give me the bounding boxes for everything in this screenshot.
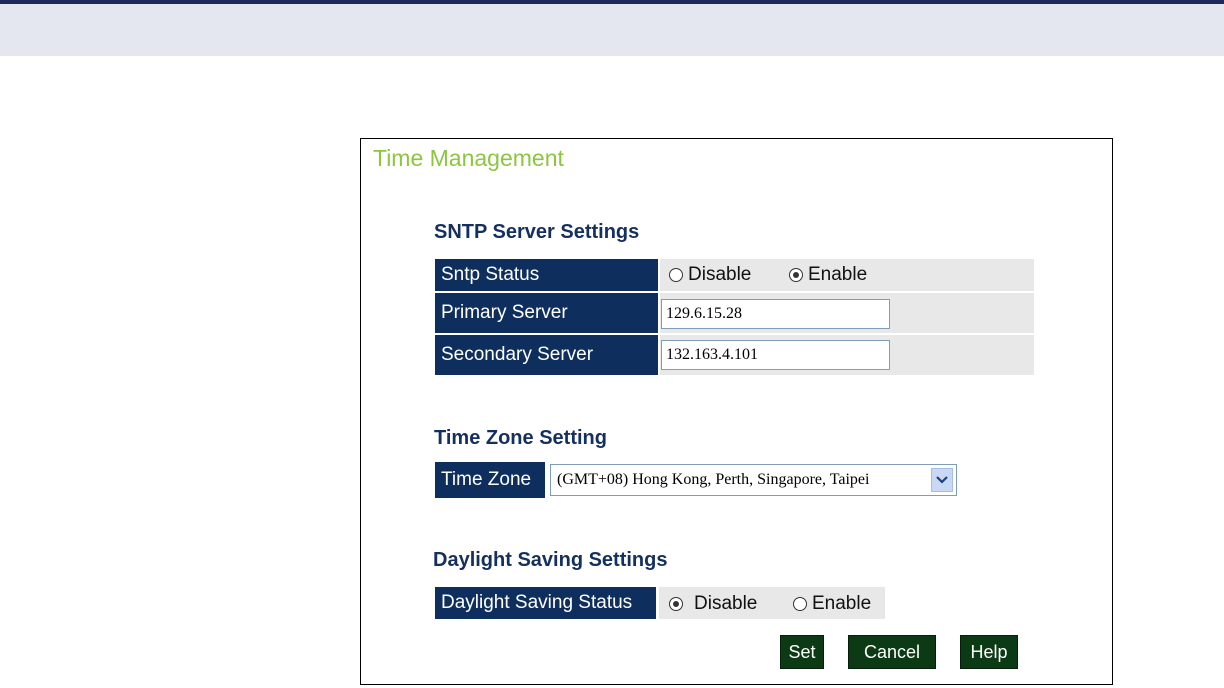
timezone-label: Time Zone [435, 462, 545, 498]
sntp-status-label: Sntp Status [435, 259, 658, 291]
daylight-disable-label: Disable [694, 593, 758, 614]
daylight-enable-radio[interactable] [793, 597, 807, 611]
primary-server-input[interactable] [661, 299, 890, 329]
sntp-enable-label: Enable [808, 264, 868, 285]
sntp-disable-option[interactable]: Disable [669, 264, 751, 286]
timezone-heading: Time Zone Setting [434, 427, 607, 449]
help-button[interactable]: Help [960, 635, 1018, 669]
timezone-selected-value: (GMT+08) Hong Kong, Perth, Singapore, Ta… [557, 471, 870, 488]
daylight-enable-label: Enable [812, 593, 872, 614]
primary-server-label: Primary Server [435, 293, 658, 333]
sntp-enable-option[interactable]: Enable [789, 264, 867, 286]
sntp-heading: SNTP Server Settings [434, 221, 640, 243]
cancel-button[interactable]: Cancel [848, 635, 936, 669]
set-button[interactable]: Set [780, 635, 824, 669]
secondary-server-label: Secondary Server [435, 335, 658, 375]
sntp-disable-label: Disable [688, 264, 752, 285]
sntp-enable-radio[interactable] [789, 268, 803, 282]
page-title: Time Management [373, 145, 564, 171]
daylight-status-label: Daylight Saving Status [435, 587, 656, 619]
time-management-panel: Time Management SNTP Server Settings Snt… [360, 138, 1113, 685]
daylight-disable-radio[interactable] [669, 597, 683, 611]
sntp-disable-radio[interactable] [669, 268, 683, 282]
header-band [0, 4, 1224, 56]
daylight-disable-option[interactable]: Disable [669, 593, 757, 615]
chevron-down-icon[interactable] [931, 468, 953, 492]
secondary-server-input[interactable] [661, 340, 890, 370]
timezone-select[interactable]: (GMT+08) Hong Kong, Perth, Singapore, Ta… [550, 464, 957, 496]
daylight-heading: Daylight Saving Settings [433, 549, 668, 571]
daylight-enable-option[interactable]: Enable [793, 593, 871, 615]
